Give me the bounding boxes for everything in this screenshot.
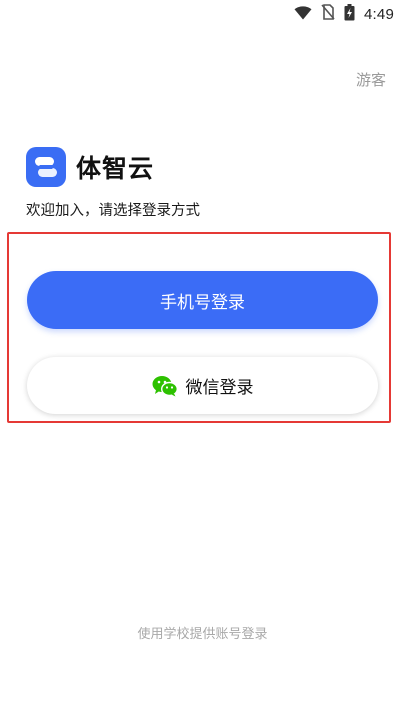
status-icons: 4:49 — [294, 3, 394, 25]
wechat-icon — [152, 375, 178, 397]
phone-login-button[interactable]: 手机号登录 — [27, 271, 378, 329]
status-bar: 4:49 — [0, 0, 405, 28]
app-logo-icon — [26, 147, 66, 187]
wifi-icon — [294, 5, 312, 24]
phone-login-label: 手机号登录 — [160, 292, 245, 313]
school-account-login-link[interactable]: 使用学校提供账号登录 — [0, 623, 405, 642]
wechat-login-label: 微信登录 — [185, 378, 254, 398]
login-screen: 4:49 游客 体智云 欢迎加入，请选择登录方式 手机号登录 微信登录 使用学校… — [0, 0, 405, 720]
status-time: 4:49 — [364, 5, 394, 23]
wechat-login-button[interactable]: 微信登录 — [27, 357, 378, 414]
no-sim-icon — [321, 4, 335, 24]
brand-header: 体智云 — [26, 147, 154, 187]
battery-charging-icon — [344, 3, 355, 25]
welcome-text: 欢迎加入，请选择登录方式 — [26, 203, 200, 219]
app-name: 体智云 — [76, 154, 155, 183]
guest-link[interactable]: 游客 — [356, 69, 386, 90]
